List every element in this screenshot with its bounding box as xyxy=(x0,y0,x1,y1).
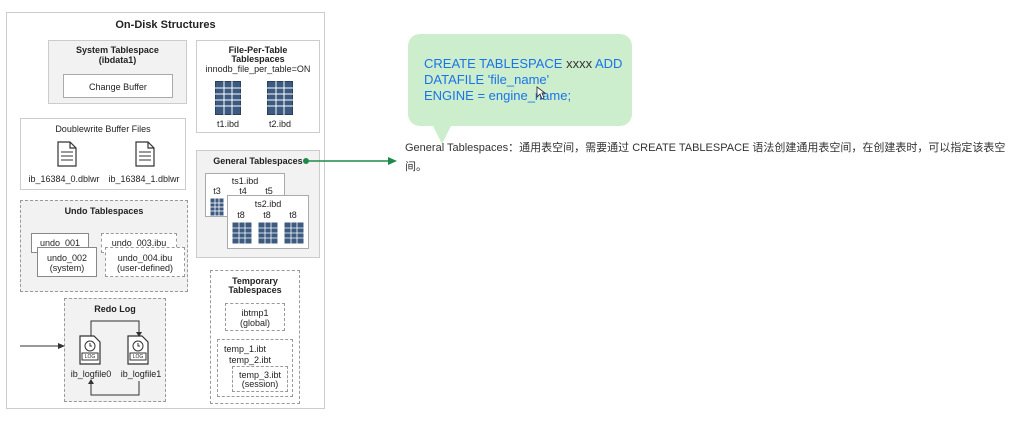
t3-label: t3 xyxy=(213,186,221,196)
log-tag: LOG xyxy=(132,354,144,360)
file-per-table-subtitle: Tablespaces xyxy=(231,54,285,64)
table-file-icon xyxy=(215,81,241,115)
sql-placeholder-name: xxxx xyxy=(566,56,593,71)
undo-002-label: undo_002 xyxy=(46,253,88,263)
sql-keyword-create: CREATE TABLESPACE xyxy=(424,56,567,71)
undo-004-sub: (user-defined) xyxy=(116,263,174,273)
ibtmp1-box: ibtmp1 (global) xyxy=(225,303,285,331)
temporary-subtitle: Tablespaces xyxy=(228,285,282,295)
system-tablespace-title: System Tablespace xyxy=(76,45,159,55)
logfile1-label: ib_logfile1 xyxy=(120,369,162,379)
table-file-icon xyxy=(210,198,224,216)
undo-004-box: undo_004.ibu (user-defined) xyxy=(105,247,185,277)
log-file-icon xyxy=(127,335,149,365)
temp-3-sub: (session) xyxy=(241,379,279,389)
undo-004-label: undo_004.ibu xyxy=(117,253,173,263)
table-file-icon xyxy=(284,222,304,244)
temp-1-label: temp_1.ibt xyxy=(223,344,267,354)
sql-line-3: ENGINE = engine_name; xyxy=(424,88,572,103)
t8-label: t8 xyxy=(289,210,297,220)
log-file-icon xyxy=(79,335,101,365)
ts2-file-box: ts2.ibd t8 t8 t8 xyxy=(227,195,309,249)
temp-3-box: temp_3.ibt (session) xyxy=(232,366,288,392)
sql-callout: CREATE TABLESPACE xxxx ADD DATAFILE 'fil… xyxy=(408,34,632,126)
dblwr-file-1: ib_16384_1.dblwr xyxy=(108,174,180,184)
ts2-label: ts2.ibd xyxy=(254,199,282,209)
undo-002-box: undo_002 (system) xyxy=(37,247,97,277)
diagram-title: On-Disk Structures xyxy=(115,19,216,31)
general-tablespaces-description: General Tablespaces：通用表空间，需要通过 CREATE TA… xyxy=(405,142,1006,173)
file-t2-label: t2.ibd xyxy=(268,119,292,129)
log-tag: LOG xyxy=(84,354,96,360)
system-tablespace-subtitle: (ibdata1) xyxy=(98,55,137,65)
undo-002-sub: (system) xyxy=(49,263,85,273)
dblwr-file-0: ib_16384_0.dblwr xyxy=(28,174,100,184)
temp-2-label: temp_2.ibt xyxy=(228,355,272,365)
undo-tablespaces-box: Undo Tablespaces undo_001 undo_002 (syst… xyxy=(20,200,188,292)
doublewrite-title: Doublewrite Buffer Files xyxy=(55,124,151,134)
document-icon xyxy=(57,141,77,167)
logfile0-label: ib_logfile0 xyxy=(70,369,112,379)
table-file-icon xyxy=(267,81,293,115)
change-buffer-box: Change Buffer xyxy=(63,74,173,98)
system-tablespace-box: System Tablespace (ibdata1) Change Buffe… xyxy=(48,40,187,104)
sql-line-2: DATAFILE 'file_name' xyxy=(424,72,550,87)
t6-label: t8 xyxy=(237,210,245,220)
t7-label: t8 xyxy=(263,210,271,220)
ibtmp1-sub: (global) xyxy=(239,318,270,328)
redo-log-box: Redo Log LOG LOG ib_logfile0 ib_logfile1 xyxy=(64,298,166,402)
doublewrite-buffer-box: Doublewrite Buffer Files ib_16384_0.dblw… xyxy=(20,118,186,190)
mouse-cursor-icon xyxy=(536,86,546,100)
file-per-table-box: File-Per-Table Tablespaces innodb_file_p… xyxy=(196,40,320,133)
undo-tablespaces-title: Undo Tablespaces xyxy=(64,206,144,216)
file-per-table-setting: innodb_file_per_table=ON xyxy=(205,64,311,74)
change-buffer-label: Change Buffer xyxy=(89,82,147,92)
document-icon xyxy=(135,141,155,167)
table-file-icon xyxy=(232,222,252,244)
temp-sessions-box: temp_1.ibt temp_2.ibt temp_3.ibt (sessio… xyxy=(217,339,293,397)
ibtmp1-label: ibtmp1 xyxy=(241,308,269,318)
general-tablespaces-arrow xyxy=(303,157,397,165)
temporary-tablespaces-box: Temporary Tablespaces ibtmp1 (global) te… xyxy=(210,270,300,404)
file-t1-label: t1.ibd xyxy=(216,119,240,129)
table-file-icon xyxy=(258,222,278,244)
redo-input-arrow xyxy=(20,343,65,349)
sql-line-1: CREATE TABLESPACE xxxx ADD xyxy=(424,56,622,72)
sql-keyword-add: ADD xyxy=(592,56,623,71)
ts1-label: ts1.ibd xyxy=(231,176,259,186)
